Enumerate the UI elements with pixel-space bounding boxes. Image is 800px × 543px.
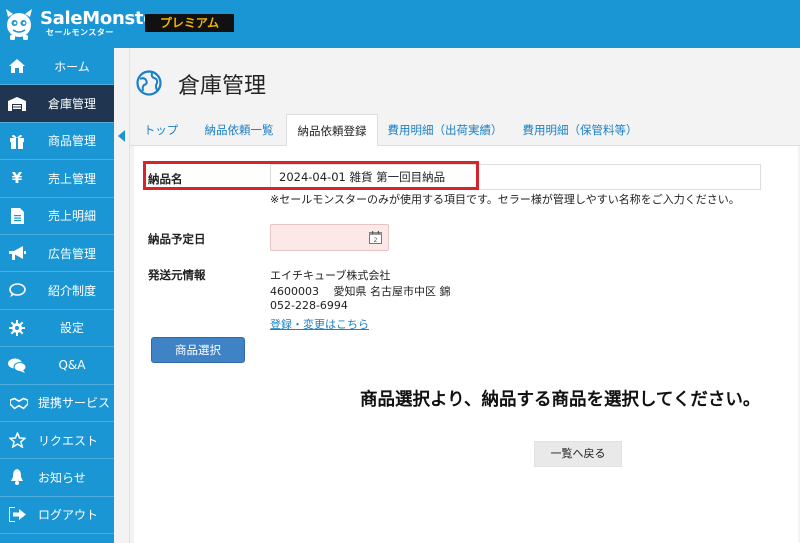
document-icon	[8, 207, 26, 225]
sidebar-item-label: ログアウト	[38, 508, 99, 523]
sidebar-item-label: 設定	[59, 321, 84, 336]
sidebar-collapse-toggle[interactable]	[114, 48, 130, 543]
sidebar-item-label: 売上管理	[47, 171, 96, 186]
delivery-date-input[interactable]: 2	[270, 224, 389, 251]
delivery-name-hint: ※セールモンスターのみが使用する項目です。セラー様が管理しやすい名称をご入力くだ…	[270, 193, 740, 206]
monster-logo-icon	[6, 9, 32, 40]
tab-bar: トップ 納品依頼一覧 納品依頼登録 費用明細（出荷実績） 費用明細（保管料等）	[130, 114, 800, 147]
sidebar-item-label: 提携サービス	[38, 396, 111, 411]
sidebar-item-referral[interactable]: 紹介制度	[0, 272, 114, 310]
sidebar: ホーム 倉庫管理 商品管理 ¥ 売上管理 売上明細 広告管理 紹介制度 設定 Q…	[0, 48, 114, 543]
sidebar-item-ads[interactable]: 広告管理	[0, 235, 114, 273]
sidebar-item-notices[interactable]: お知らせ	[0, 459, 114, 497]
instruction-message: 商品選択より、納品する商品を選択してください。	[360, 390, 761, 410]
delivery-date-label: 納品予定日	[148, 232, 206, 246]
sender-company: エイチキューブ株式会社	[270, 269, 391, 282]
tab-delivery-list[interactable]: 納品依頼一覧	[194, 114, 284, 146]
page-title: 倉庫管理	[178, 74, 267, 99]
warehouse-icon	[8, 95, 26, 113]
sidebar-item-label: 広告管理	[47, 246, 96, 261]
sidebar-item-label: お知らせ	[38, 470, 86, 485]
page-header: 倉庫管理	[130, 48, 800, 116]
sidebar-item-label: 商品管理	[47, 134, 96, 149]
select-product-button[interactable]: 商品選択	[151, 337, 245, 363]
logout-icon	[8, 506, 26, 524]
sidebar-item-logout[interactable]: ログアウト	[0, 497, 114, 535]
sidebar-item-sales[interactable]: ¥ 売上管理	[0, 160, 114, 198]
sender-address: 4600003 愛知県 名古屋市中区 錦	[270, 285, 451, 298]
sidebar-item-warehouse[interactable]: 倉庫管理	[0, 85, 114, 123]
handshake-icon	[10, 394, 28, 412]
gear-icon	[8, 319, 26, 337]
sidebar-item-label: 紹介制度	[47, 284, 96, 299]
sidebar-item-settings[interactable]: 設定	[0, 310, 114, 348]
star-icon	[8, 431, 26, 449]
sidebar-item-label: 倉庫管理	[47, 97, 96, 112]
gift-icon	[8, 132, 26, 150]
home-icon	[8, 57, 26, 75]
chat-icon	[8, 356, 26, 374]
svg-text:2: 2	[374, 237, 378, 244]
sender-info-label: 発送元情報	[148, 268, 206, 282]
calendar-icon[interactable]: 2	[369, 231, 382, 244]
chevron-left-icon	[118, 130, 125, 142]
sidebar-item-sales-detail[interactable]: 売上明細	[0, 198, 114, 235]
globe-icon	[136, 70, 162, 96]
logo[interactable]: SaleMonster セールモンスター	[4, 6, 164, 42]
sidebar-item-label: Q&A	[58, 358, 86, 373]
back-to-list-button[interactable]: 一覧へ戻る	[534, 441, 622, 467]
highlight-box	[143, 161, 479, 190]
sidebar-item-label: リクエスト	[38, 433, 99, 448]
speech-bubble-icon	[8, 282, 26, 300]
sidebar-item-label: ホーム	[54, 59, 90, 74]
top-header: SaleMonster セールモンスター プレミアム	[0, 0, 800, 48]
sidebar-item-products[interactable]: 商品管理	[0, 123, 114, 161]
tab-top[interactable]: トップ	[130, 114, 192, 146]
sidebar-item-label: 売上明細	[47, 209, 96, 224]
tab-cost-shipping[interactable]: 費用明細（出荷実績）	[380, 114, 510, 146]
sidebar-item-qa[interactable]: Q&A	[0, 347, 114, 385]
sender-phone: 052-228-6994	[270, 299, 348, 312]
delivery-form-panel: 納品名 2024-04-01 雑貨 第一回目納品 ※セールモンスターのみが使用す…	[134, 146, 798, 543]
premium-badge: プレミアム	[145, 14, 234, 32]
sender-edit-link[interactable]: 登録・変更はこちら	[270, 316, 369, 332]
megaphone-icon	[8, 244, 26, 262]
bell-icon	[8, 468, 26, 486]
yen-icon: ¥	[11, 169, 23, 188]
tab-cost-storage[interactable]: 費用明細（保管料等）	[514, 114, 646, 146]
sidebar-item-request[interactable]: リクエスト	[0, 422, 114, 460]
sidebar-item-partner-services[interactable]: 提携サービス	[0, 385, 114, 422]
tab-delivery-register[interactable]: 納品依頼登録	[286, 114, 378, 147]
sidebar-item-home[interactable]: ホーム	[0, 48, 114, 86]
main-content: 倉庫管理 トップ 納品依頼一覧 納品依頼登録 費用明細（出荷実績） 費用明細（保…	[130, 48, 800, 543]
